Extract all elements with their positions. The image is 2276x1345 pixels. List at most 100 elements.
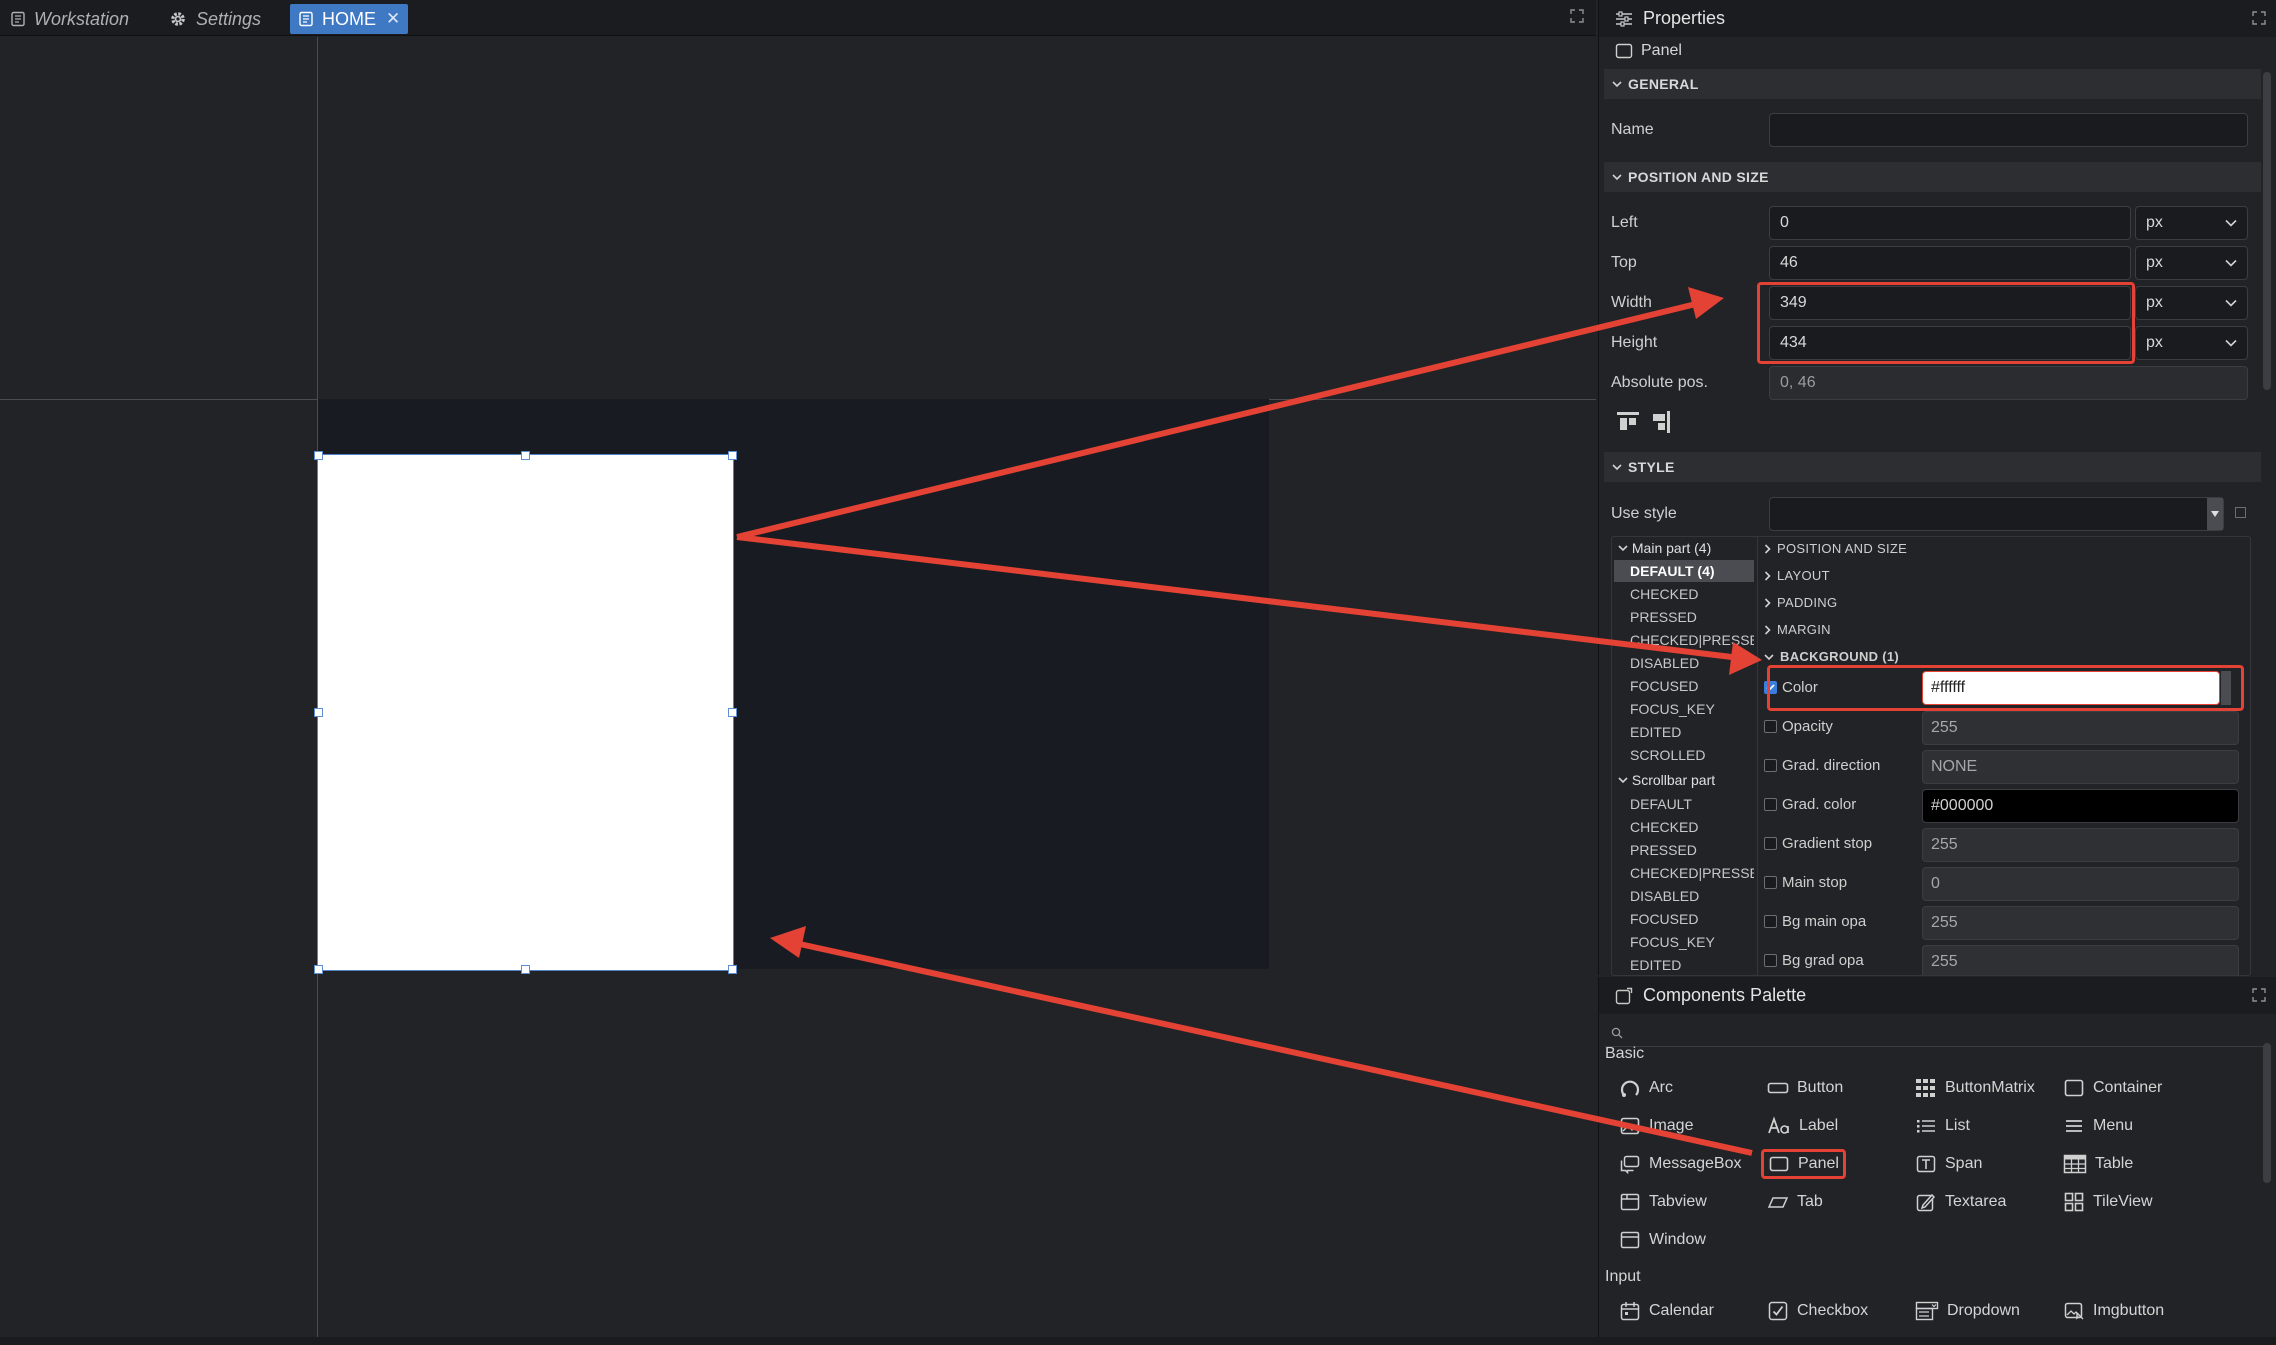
use-style-select[interactable] xyxy=(1769,497,2224,531)
left-unit-select[interactable]: px xyxy=(2135,206,2248,240)
palette-item-container[interactable]: Container xyxy=(2057,1073,2168,1103)
palette-item-panel[interactable]: Panel xyxy=(1761,1149,1846,1179)
section-style-header[interactable]: STYLE xyxy=(1604,452,2261,482)
top-input[interactable]: 46 xyxy=(1769,246,2131,280)
palette-item-table[interactable]: Table xyxy=(2057,1149,2139,1179)
style-toggle-checkbox[interactable] xyxy=(2235,507,2246,518)
bg-grad-direction-select[interactable]: NONE xyxy=(1922,750,2239,784)
style-section-layout[interactable]: LAYOUT xyxy=(1764,568,1830,583)
panel-widget[interactable] xyxy=(317,454,734,971)
tree-state[interactable]: FOCUSED xyxy=(1614,908,1754,930)
palette-item-tabview[interactable]: Tabview xyxy=(1613,1187,1713,1217)
tree-scrollbar-part[interactable]: Scrollbar part xyxy=(1614,769,1754,791)
bg-main-stop-row[interactable]: Main stop xyxy=(1764,874,1847,891)
bg-gradient-stop-input[interactable]: 255 xyxy=(1922,828,2239,862)
align-vertical-icon[interactable] xyxy=(1649,409,1675,435)
bg-main-opa-input[interactable]: 255 xyxy=(1922,906,2239,940)
bg-opacity-input[interactable]: 255 xyxy=(1922,711,2239,745)
tab-home[interactable]: HOME ✕ xyxy=(290,4,409,34)
tree-state[interactable]: CHECKED|PRESSED xyxy=(1614,862,1754,884)
tab-settings[interactable]: Settings xyxy=(160,4,269,34)
palette-item-tileview[interactable]: TileView xyxy=(2057,1187,2159,1217)
palette-item-tab[interactable]: Tab xyxy=(1761,1187,1829,1217)
tree-state[interactable]: DEFAULT xyxy=(1614,793,1754,815)
left-input[interactable]: 0 xyxy=(1769,206,2131,240)
style-section-background[interactable]: BACKGROUND (1) xyxy=(1764,649,1899,664)
tree-state[interactable]: FOCUS_KEY xyxy=(1614,698,1754,720)
checkbox[interactable] xyxy=(1764,720,1777,733)
tree-state[interactable]: CHECKED xyxy=(1614,583,1754,605)
tree-state[interactable]: PRESSED xyxy=(1614,839,1754,861)
palette-item-span[interactable]: Span xyxy=(1909,1149,1988,1179)
resize-handle-top-right[interactable] xyxy=(728,451,737,460)
palette-item-arc[interactable]: Arc xyxy=(1613,1073,1679,1103)
resize-handle-bottom[interactable] xyxy=(521,965,530,974)
tree-state[interactable]: DISABLED xyxy=(1614,885,1754,907)
bg-main-stop-input[interactable]: 0 xyxy=(1922,867,2239,901)
caret-down-icon[interactable] xyxy=(2207,498,2223,530)
resize-handle-top-left[interactable] xyxy=(314,451,323,460)
resize-handle-bottom-left[interactable] xyxy=(314,965,323,974)
width-unit-select[interactable]: px xyxy=(2135,286,2248,320)
tree-state[interactable]: EDITED xyxy=(1614,721,1754,743)
bg-grad-color-input[interactable]: #000000 xyxy=(1922,789,2239,823)
tree-state[interactable]: DISABLED xyxy=(1614,652,1754,674)
section-position-header[interactable]: POSITION AND SIZE xyxy=(1604,162,2261,192)
palette-item-buttonmatrix[interactable]: ButtonMatrix xyxy=(1909,1073,2041,1103)
bg-opacity-row[interactable]: Opacity xyxy=(1764,718,1833,735)
close-icon[interactable]: ✕ xyxy=(386,9,400,29)
checkbox[interactable] xyxy=(1764,876,1777,889)
palette-search-input[interactable] xyxy=(1605,1019,2271,1047)
maximize-icon[interactable] xyxy=(2252,988,2266,1002)
checkbox[interactable] xyxy=(1764,837,1777,850)
palette-item-messagebox[interactable]: MessageBox xyxy=(1613,1149,1748,1179)
palette-item-dropdown[interactable]: Dropdown xyxy=(1909,1296,2026,1326)
bg-gradient-stop-row[interactable]: Gradient stop xyxy=(1764,835,1872,852)
palette-scrollbar[interactable] xyxy=(2263,1043,2271,1183)
checkbox[interactable] xyxy=(1764,759,1777,772)
palette-item-window[interactable]: Window xyxy=(1613,1225,1712,1255)
resize-handle-bottom-right[interactable] xyxy=(728,965,737,974)
style-section-position[interactable]: POSITION AND SIZE xyxy=(1764,541,1907,556)
palette-item-calendar[interactable]: Calendar xyxy=(1613,1296,1720,1326)
section-general-header[interactable]: GENERAL xyxy=(1604,69,2261,99)
tree-state[interactable]: FOCUSED xyxy=(1614,675,1754,697)
checkbox[interactable] xyxy=(1764,915,1777,928)
palette-item-label-widget[interactable]: Label xyxy=(1761,1111,1844,1141)
top-unit-select[interactable]: px xyxy=(2135,246,2248,280)
height-unit-select[interactable]: px xyxy=(2135,326,2248,360)
maximize-icon[interactable] xyxy=(1570,9,1584,23)
tree-state[interactable]: CHECKED|PRESSED xyxy=(1614,629,1754,651)
palette-item-list[interactable]: List xyxy=(1909,1111,1976,1141)
bg-grad-opa-row[interactable]: Bg grad opa xyxy=(1764,952,1864,969)
palette-item-image[interactable]: Image xyxy=(1613,1111,1699,1141)
palette-item-imgbutton[interactable]: Imgbutton xyxy=(2057,1296,2170,1326)
tree-state[interactable]: EDITED xyxy=(1614,954,1754,975)
tab-workstation[interactable]: Workstation xyxy=(2,4,137,34)
bg-main-opa-row[interactable]: Bg main opa xyxy=(1764,913,1866,930)
properties-scrollbar[interactable] xyxy=(2263,72,2271,390)
name-input[interactable] xyxy=(1769,113,2248,147)
align-horizontal-icon[interactable] xyxy=(1615,409,1641,435)
checkbox[interactable] xyxy=(1764,798,1777,811)
style-section-padding[interactable]: PADDING xyxy=(1764,595,1837,610)
design-canvas[interactable] xyxy=(0,37,1596,1337)
palette-item-textarea[interactable]: Textarea xyxy=(1909,1187,2012,1217)
resize-handle-left[interactable] xyxy=(314,708,323,717)
tree-state[interactable]: DEFAULT (4) xyxy=(1614,560,1754,582)
tree-state[interactable]: SCROLLED xyxy=(1614,744,1754,766)
palette-item-button[interactable]: Button xyxy=(1761,1073,1849,1103)
style-section-margin[interactable]: MARGIN xyxy=(1764,622,1831,637)
resize-handle-right[interactable] xyxy=(728,708,737,717)
bg-grad-direction-row[interactable]: Grad. direction xyxy=(1764,757,1880,774)
palette-item-checkbox[interactable]: Checkbox xyxy=(1761,1296,1874,1326)
tree-main-part[interactable]: Main part (4) xyxy=(1614,537,1754,559)
palette-item-menu[interactable]: Menu xyxy=(2057,1111,2139,1141)
bg-grad-color-row[interactable]: Grad. color xyxy=(1764,796,1856,813)
resize-handle-top[interactable] xyxy=(521,451,530,460)
maximize-icon[interactable] xyxy=(2252,11,2266,25)
bg-grad-opa-input[interactable]: 255 xyxy=(1922,945,2239,975)
tree-state[interactable]: FOCUS_KEY xyxy=(1614,931,1754,953)
tree-state[interactable]: PRESSED xyxy=(1614,606,1754,628)
checkbox[interactable] xyxy=(1764,954,1777,967)
